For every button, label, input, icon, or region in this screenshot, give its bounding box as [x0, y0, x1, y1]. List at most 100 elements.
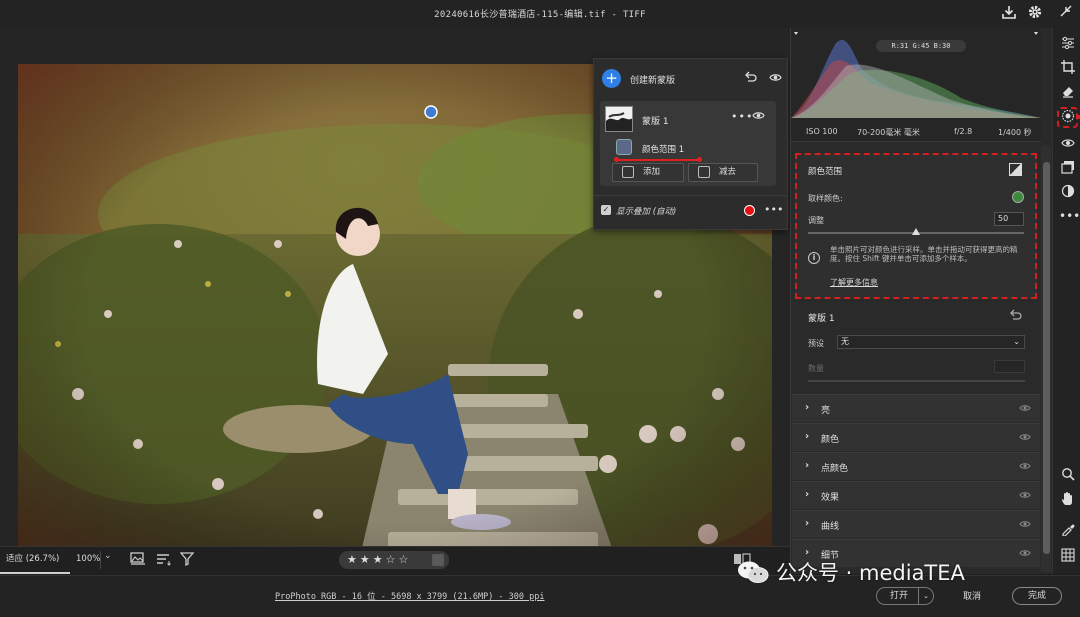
visibility-eye-icon[interactable] — [769, 72, 782, 85]
red-eye-icon[interactable] — [1059, 136, 1076, 153]
mask-settings: 蒙版 1 预设 无 ⌄ 数量 — [791, 304, 1041, 390]
exif-info: ISO 100 70-200毫米 毫米 f/2.8 1/400 秒 — [791, 124, 1041, 142]
histogram: R:31 G:45 B:30 — [791, 28, 1041, 124]
create-new-mask-label: 创建新蒙版 — [630, 76, 676, 86]
filmstrip-icon[interactable] — [130, 552, 146, 569]
shutter-value: 1/400 秒 — [998, 128, 1032, 137]
selection-underline — [614, 157, 702, 162]
scrollbar-thumb[interactable] — [1043, 162, 1050, 554]
save-icon[interactable] — [999, 4, 1019, 24]
rating-stars[interactable]: ★★★☆☆ — [347, 553, 411, 566]
title-bar: 20240616长沙普瑞酒店-115-编辑.tif - TIFF — [0, 0, 1080, 28]
color-range-tip: 单击照片可对颜色进行采样。单击并拖动可获得更高的精度。按住 Shift 键并单击… — [830, 245, 1018, 263]
mask-thumbnail — [605, 106, 633, 132]
info-icon: i — [808, 252, 820, 264]
masking-icon[interactable] — [1057, 107, 1080, 128]
learn-more-link[interactable]: 了解更多信息 — [830, 277, 878, 288]
preset-label: 预设 — [808, 339, 824, 348]
filter-icon[interactable] — [179, 552, 196, 569]
show-overlay-label: 显示叠加 (自动) — [616, 207, 677, 217]
section-curves[interactable]: › 曲线 — [792, 510, 1040, 538]
open-dropdown-icon[interactable]: ⌄ — [918, 588, 933, 604]
color-range-icon — [616, 139, 632, 155]
amount-label: 数量 — [808, 364, 824, 373]
color-sampler-icon[interactable] — [1059, 522, 1076, 539]
section-eye-icon[interactable] — [1019, 462, 1031, 470]
watermark: 公众号 · mediaTEA — [736, 557, 965, 587]
invert-icon[interactable] — [1009, 163, 1022, 176]
edit-panel: R:31 G:45 B:30 ISO 100 70-200毫米 毫米 f/2.8… — [790, 28, 1052, 574]
sub-mask-name[interactable]: 颜色范围 1 — [642, 143, 684, 155]
zoom-100-button[interactable]: 100% — [76, 547, 100, 571]
panel-scrollbar[interactable] — [1041, 146, 1051, 572]
section-color[interactable]: › 颜色 — [792, 423, 1040, 451]
section-effects[interactable]: › 效果 — [792, 481, 1040, 509]
zoom-icon[interactable] — [1059, 467, 1076, 484]
reset-icon[interactable] — [744, 71, 757, 86]
masks-panel-header: + 创建新蒙版 — [594, 59, 787, 97]
overlay-row: ✓ 显示叠加 (自动) ••• — [594, 195, 787, 225]
fit-zoom-button[interactable]: 适应 (26.7%) — [0, 547, 70, 574]
section-light[interactable]: › 亮 — [792, 394, 1040, 422]
hand-icon[interactable] — [1059, 492, 1076, 509]
presets-icon[interactable] — [1059, 184, 1076, 201]
chevron-right-icon: › — [805, 518, 810, 529]
adjust-value-field[interactable]: 50 — [994, 212, 1024, 226]
mask-settings-title: 蒙版 1 — [808, 314, 835, 324]
sample-color-swatch[interactable] — [1012, 191, 1024, 203]
chevron-right-icon: › — [805, 460, 810, 471]
divider — [100, 551, 101, 569]
amount-slider[interactable] — [808, 380, 1025, 382]
add-button[interactable]: 添加 — [612, 163, 684, 182]
gear-icon[interactable] — [1025, 4, 1045, 24]
mask-card[interactable]: 蒙版 1 ••• 颜色范围 1 添加 减去 — [600, 101, 776, 186]
preset-select[interactable]: 无 ⌄ — [837, 335, 1025, 349]
trash-icon[interactable] — [432, 554, 444, 566]
crop-icon[interactable] — [1059, 60, 1076, 77]
mask-name: 蒙版 1 — [642, 117, 669, 127]
aperture-value: f/2.8 — [954, 127, 973, 136]
section-eye-icon[interactable] — [1019, 404, 1031, 412]
create-new-mask-button[interactable]: + — [602, 69, 621, 88]
section-point-color[interactable]: › 点颜色 — [792, 452, 1040, 480]
zoom-dropdown-icon[interactable]: ⌄ — [104, 551, 112, 561]
overlay-color-swatch[interactable] — [744, 205, 755, 216]
rgb-readout: R:31 G:45 B:30 — [876, 40, 966, 52]
section-eye-icon[interactable] — [1019, 433, 1031, 441]
lens-value: 70-200毫米 毫米 — [857, 128, 920, 137]
mask-eye-icon[interactable] — [752, 111, 765, 123]
more-options-icon[interactable]: ••• — [731, 110, 753, 123]
canvas-area: + 创建新蒙版 蒙版 1 ••• 颜色范围 1 添加 减去 ✓ 显示叠加 (自动… — [0, 28, 790, 565]
amount-field[interactable] — [994, 360, 1025, 373]
tool-strip: ••• — [1052, 28, 1080, 574]
cancel-button[interactable]: 取消 — [963, 589, 981, 602]
subtract-mask-icon — [698, 166, 710, 178]
section-eye-icon[interactable] — [1019, 549, 1031, 557]
subtract-button[interactable]: 减去 — [688, 163, 758, 182]
grid-icon[interactable] — [1059, 548, 1076, 565]
show-overlay-checkbox[interactable]: ✓ — [601, 205, 611, 215]
sort-icon[interactable] — [156, 552, 172, 569]
sample-color-label: 取样颜色: — [808, 194, 843, 203]
reset-mask-icon[interactable] — [1009, 309, 1022, 324]
more-tools-icon[interactable]: ••• — [1059, 208, 1080, 225]
iso-value: ISO 100 — [806, 127, 838, 136]
edit-sliders-icon[interactable] — [1059, 36, 1076, 53]
eraser-icon[interactable] — [1059, 84, 1076, 101]
snapshots-icon[interactable] — [1059, 160, 1076, 177]
adjust-slider-handle[interactable] — [912, 228, 920, 235]
overlay-more-icon[interactable]: ••• — [764, 203, 783, 216]
section-eye-icon[interactable] — [1019, 491, 1031, 499]
add-mask-icon — [622, 166, 634, 178]
open-button[interactable]: 打开 ⌄ — [876, 587, 934, 605]
filmstrip-toolbar: 适应 (26.7%) 100% ⌄ ★★★☆☆ — [0, 546, 790, 574]
workflow-options-link[interactable]: ProPhoto RGB - 16 位 - 5698 x 3799 (21.6M… — [275, 590, 545, 602]
star-rating[interactable]: ★★★☆☆ — [339, 551, 449, 569]
chevron-right-icon: › — [805, 489, 810, 500]
section-eye-icon[interactable] — [1019, 520, 1031, 528]
collapse-icon[interactable] — [1056, 4, 1076, 24]
wechat-logo-icon — [738, 561, 769, 583]
done-button[interactable]: 完成 — [1012, 587, 1062, 605]
watermark-text: 公众号 · mediaTEA — [776, 561, 965, 585]
color-range-title: 颜色范围 — [808, 167, 843, 177]
